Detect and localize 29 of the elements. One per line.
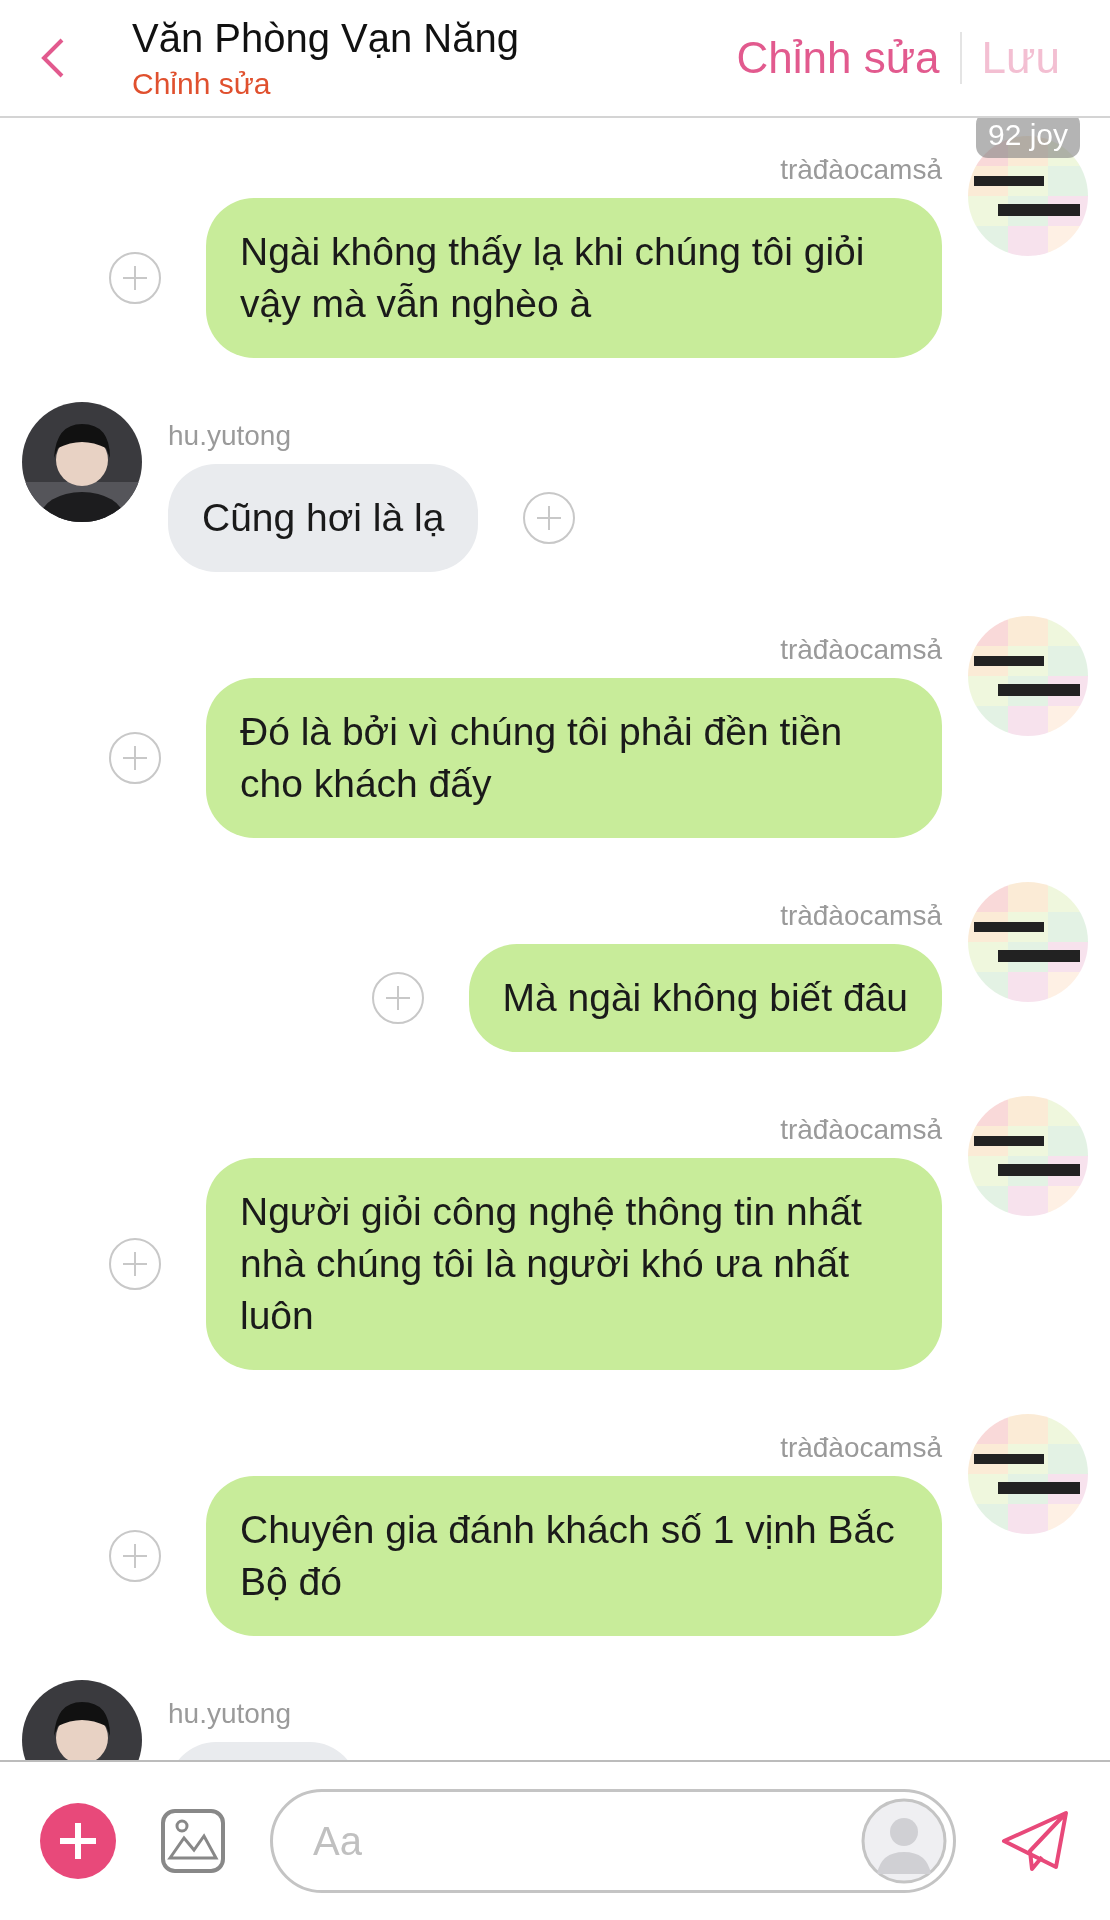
- add-icon[interactable]: [108, 731, 162, 785]
- sender-name: hu.yutong: [168, 420, 291, 452]
- message-input[interactable]: Aa: [311, 1817, 861, 1865]
- chat-title: Văn Phòng Vạn Năng: [132, 15, 520, 61]
- sender-name: tràđàocamsả: [780, 634, 942, 666]
- message-bubble: Cũng hơi là lạ: [168, 464, 479, 572]
- message-bubble: Đó là bởi vì chúng tôi phải đền tiền cho khách đấy: [206, 678, 942, 838]
- add-icon[interactable]: [108, 251, 162, 305]
- add-icon[interactable]: [522, 491, 577, 545]
- sender-name: tràđàocamsả: [780, 1114, 942, 1146]
- sender-name: hu.yutong: [168, 1698, 291, 1730]
- send-icon[interactable]: [1000, 1809, 1070, 1873]
- add-icon[interactable]: [370, 971, 425, 1025]
- add-icon[interactable]: [108, 1237, 162, 1291]
- message-bubble: Mà ngài không biết đâu: [468, 944, 942, 1052]
- add-button[interactable]: [40, 1803, 116, 1879]
- message-bubble: Chuyên gia đánh khách số 1 vịnh Bắc Bộ đó: [206, 1476, 942, 1636]
- edit-button[interactable]: Chỉnh sửa: [716, 33, 960, 83]
- add-icon[interactable]: [108, 1529, 162, 1583]
- sender-name: tràđàocamsả: [780, 154, 942, 186]
- message-field[interactable]: Aa: [270, 1789, 956, 1893]
- message-bubble: Người giỏi công nghệ thông tin nhất nhà chúng tôi là người khó ưa nhất luôn: [206, 1158, 942, 1370]
- user-icon[interactable]: [861, 1798, 947, 1884]
- message-bubble: Ngài không thấy lạ khi chúng tôi giỏi vậy mà vẫn nghèo à: [206, 198, 942, 358]
- sender-name: tràđàocamsả: [780, 900, 942, 932]
- chat-subtitle: Chỉnh sửa: [132, 66, 272, 101]
- level-badge: 92 joy: [976, 118, 1081, 158]
- image-icon[interactable]: [160, 1808, 226, 1874]
- sender-name: tràđàocamsả: [780, 1432, 942, 1464]
